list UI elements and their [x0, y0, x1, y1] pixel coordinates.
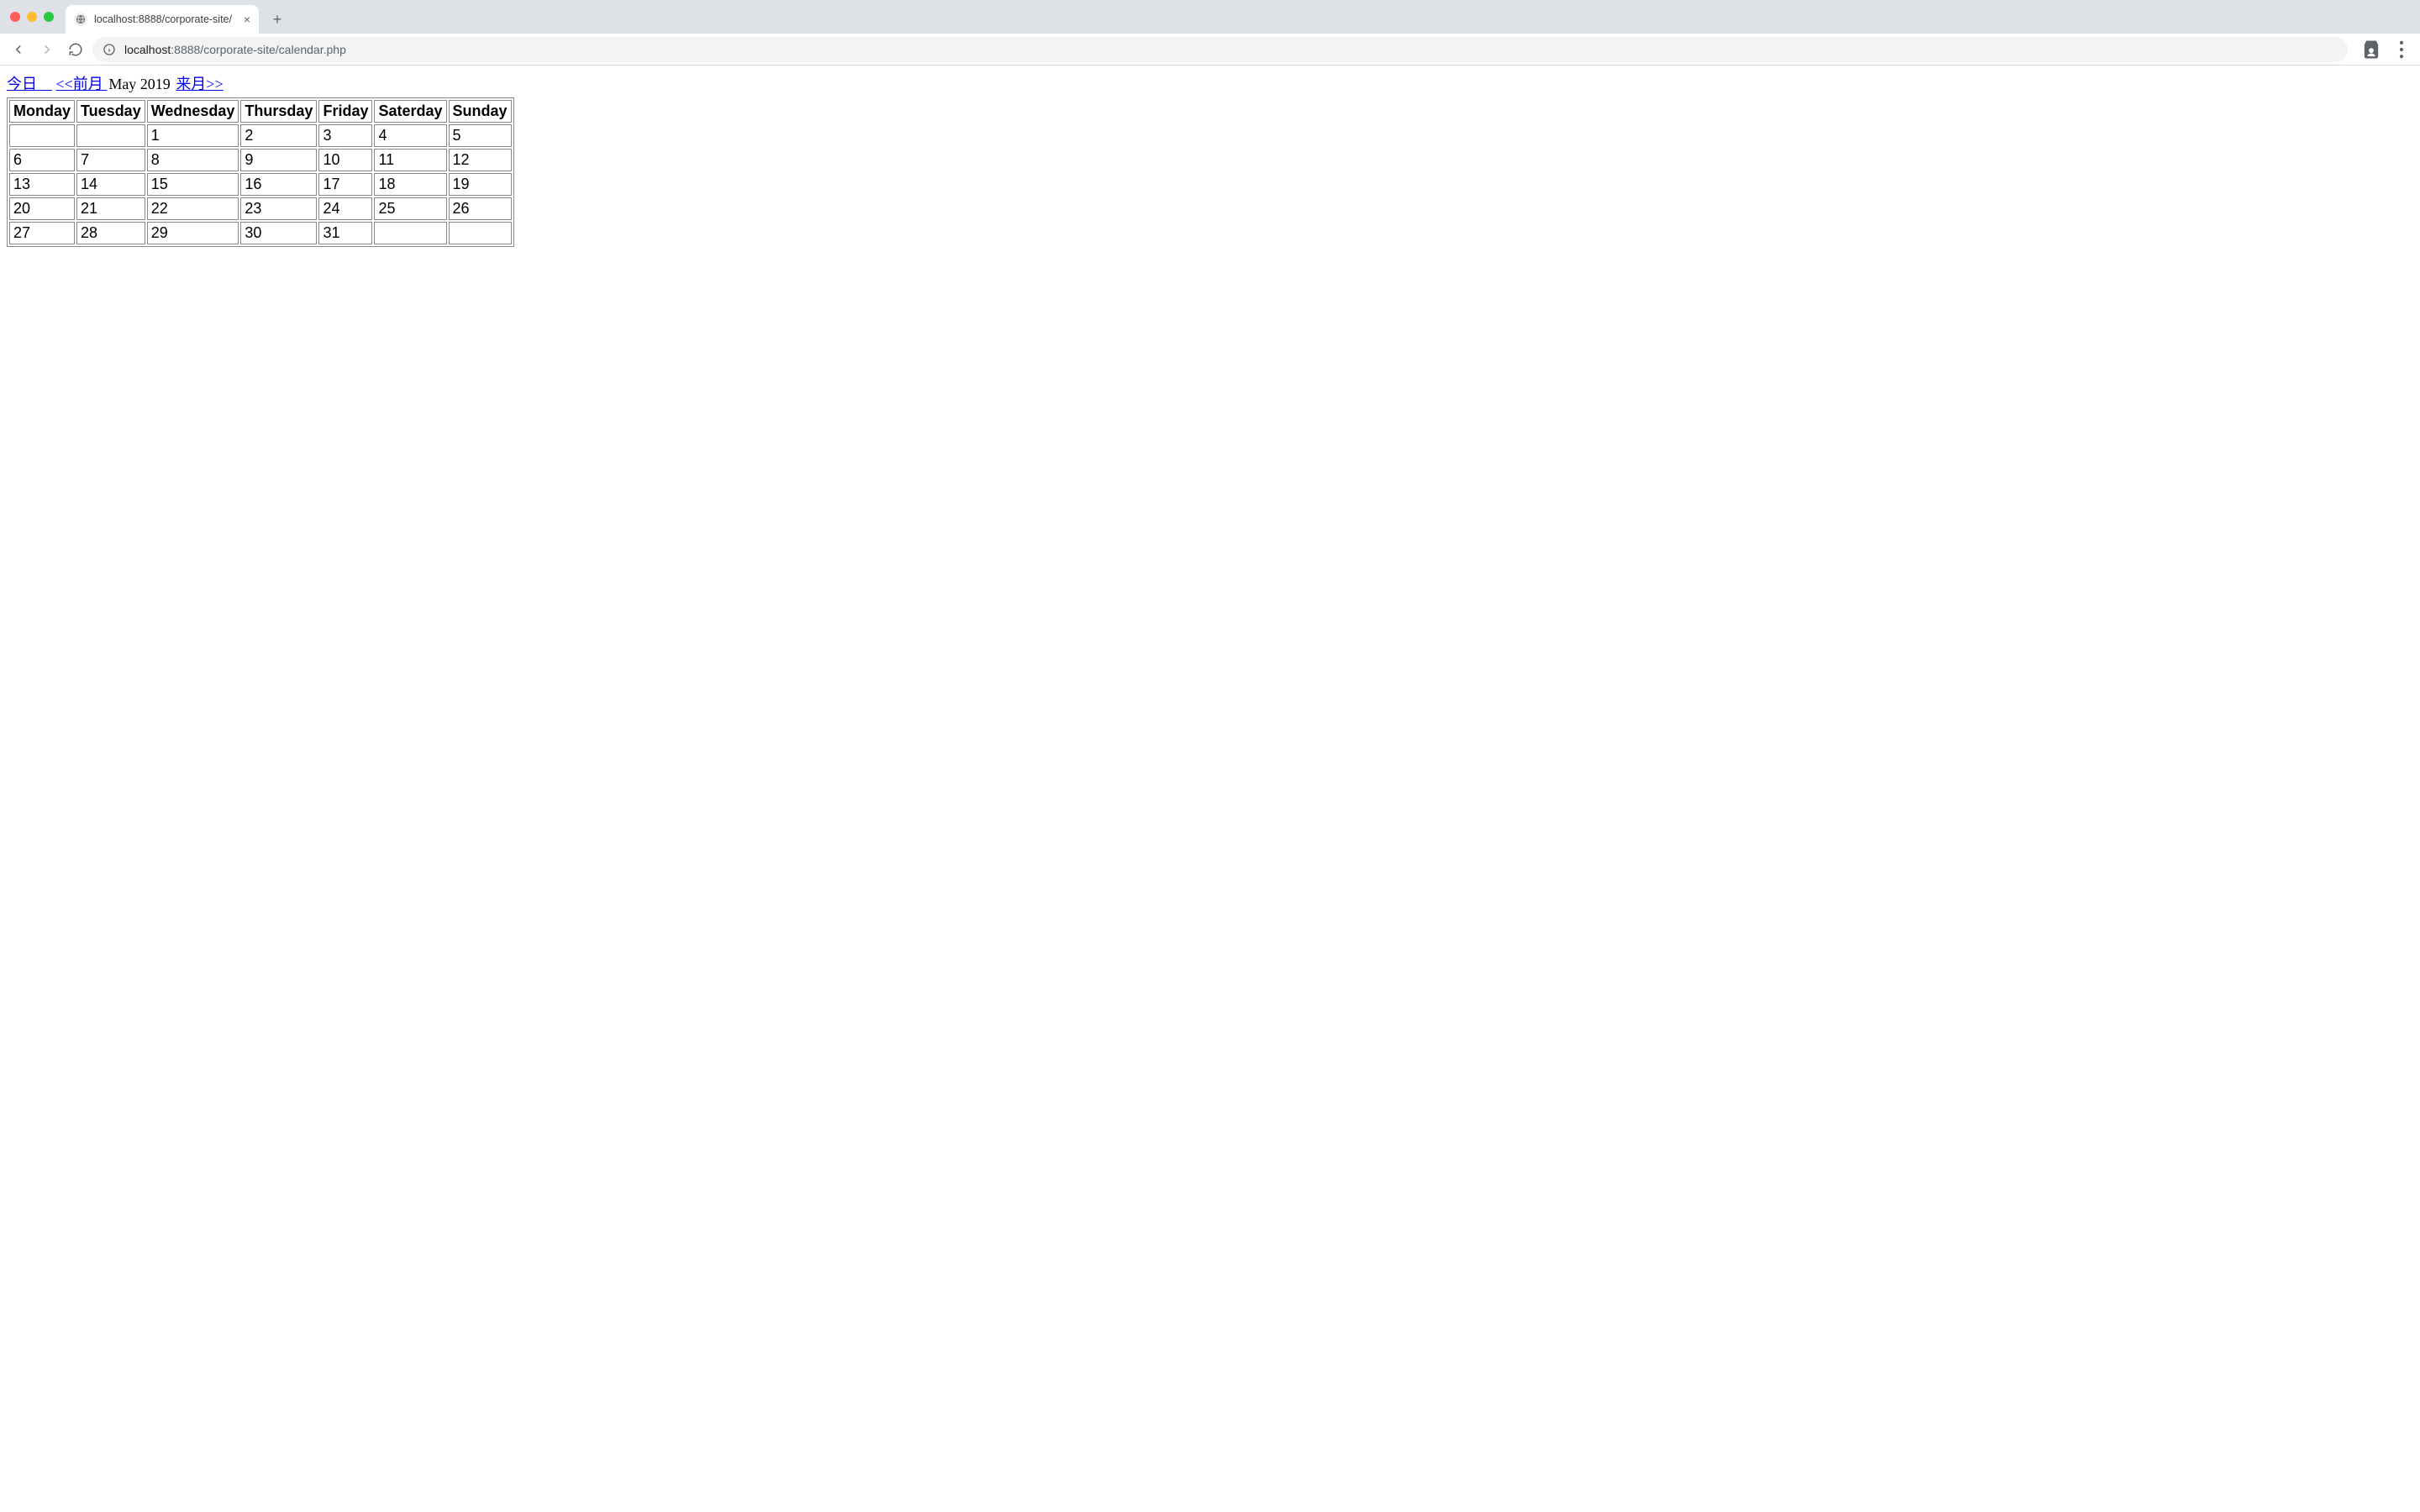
menu-icon[interactable]	[2390, 38, 2413, 61]
calendar-cell[interactable]: 3	[318, 124, 372, 147]
calendar-cell[interactable]: 7	[76, 149, 145, 171]
close-tab-icon[interactable]: ×	[244, 13, 250, 25]
calendar-cell[interactable]: 28	[76, 222, 145, 244]
calendar-cell[interactable]: 23	[240, 197, 317, 220]
calendar-row: 20212223242526	[9, 197, 512, 220]
calendar-table: Monday Tuesday Wednesday Thursday Friday…	[7, 97, 514, 247]
calendar-cell[interactable]: 30	[240, 222, 317, 244]
calendar-cell[interactable]: 17	[318, 173, 372, 196]
header-monday: Monday	[9, 100, 75, 123]
browser-toolbar: localhost:8888/corporate-site/calendar.p…	[0, 34, 2420, 66]
site-info-icon[interactable]	[103, 43, 116, 56]
calendar-cell[interactable]: 29	[147, 222, 239, 244]
calendar-cell[interactable]: 22	[147, 197, 239, 220]
url-path: :8888/corporate-site/calendar.php	[171, 43, 346, 56]
today-link[interactable]: 今日	[7, 76, 52, 92]
address-bar[interactable]: localhost:8888/corporate-site/calendar.p…	[92, 37, 2348, 62]
calendar-cell[interactable]: 2	[240, 124, 317, 147]
forward-button[interactable]	[35, 38, 59, 61]
header-wednesday: Wednesday	[147, 100, 239, 123]
calendar-cell[interactable]	[9, 124, 75, 147]
window-controls	[10, 12, 54, 22]
globe-icon	[74, 13, 87, 26]
minimize-window-button[interactable]	[27, 12, 37, 22]
calendar-cell[interactable]	[449, 222, 512, 244]
calendar-cell[interactable]: 6	[9, 149, 75, 171]
tab-title: localhost:8888/corporate-site/	[94, 13, 232, 25]
calendar-cell[interactable]: 16	[240, 173, 317, 196]
calendar-cell[interactable]: 19	[449, 173, 512, 196]
calendar-nav: 今日 <<前月 May 2019 来月>>	[7, 72, 2413, 94]
browser-chrome: localhost:8888/corporate-site/ × + local…	[0, 0, 2420, 66]
new-tab-button[interactable]: +	[266, 8, 289, 31]
reload-button[interactable]	[64, 38, 87, 61]
prev-month-link[interactable]: <<前月	[56, 76, 108, 92]
month-label: May 2019	[107, 76, 172, 92]
calendar-cell[interactable]: 26	[449, 197, 512, 220]
header-saturday: Saterday	[374, 100, 446, 123]
calendar-cell[interactable]: 1	[147, 124, 239, 147]
calendar-cell[interactable]: 8	[147, 149, 239, 171]
calendar-cell[interactable]: 15	[147, 173, 239, 196]
header-sunday: Sunday	[449, 100, 512, 123]
toolbar-right	[2360, 38, 2413, 61]
browser-tab[interactable]: localhost:8888/corporate-site/ ×	[66, 5, 259, 34]
calendar-cell[interactable]	[374, 222, 446, 244]
url-text: localhost:8888/corporate-site/calendar.p…	[124, 43, 346, 56]
calendar-cell[interactable]: 20	[9, 197, 75, 220]
calendar-row: 2728293031	[9, 222, 512, 244]
calendar-row: 13141516171819	[9, 173, 512, 196]
calendar-row: 6789101112	[9, 149, 512, 171]
calendar-cell[interactable]: 4	[374, 124, 446, 147]
calendar-cell[interactable]: 31	[318, 222, 372, 244]
tabs: localhost:8888/corporate-site/ × +	[66, 0, 289, 34]
calendar-cell[interactable]: 10	[318, 149, 372, 171]
calendar-cell[interactable]: 12	[449, 149, 512, 171]
close-window-button[interactable]	[10, 12, 20, 22]
calendar-cell[interactable]: 14	[76, 173, 145, 196]
next-month-link[interactable]: 来月>>	[176, 76, 223, 92]
header-thursday: Thursday	[240, 100, 317, 123]
calendar-row: 12345	[9, 124, 512, 147]
calendar-header-row: Monday Tuesday Wednesday Thursday Friday…	[9, 100, 512, 123]
calendar-cell[interactable]: 18	[374, 173, 446, 196]
calendar-cell[interactable]: 24	[318, 197, 372, 220]
calendar-cell[interactable]: 9	[240, 149, 317, 171]
tab-strip: localhost:8888/corporate-site/ × +	[0, 0, 2420, 34]
calendar-cell[interactable]: 11	[374, 149, 446, 171]
url-host: localhost	[124, 43, 171, 56]
calendar-cell[interactable]: 21	[76, 197, 145, 220]
page-content: 今日 <<前月 May 2019 来月>> Monday Tuesday Wed…	[0, 66, 2420, 254]
account-icon[interactable]	[2360, 38, 2383, 61]
calendar-cell[interactable]: 27	[9, 222, 75, 244]
calendar-cell[interactable]: 5	[449, 124, 512, 147]
calendar-cell[interactable]	[76, 124, 145, 147]
maximize-window-button[interactable]	[44, 12, 54, 22]
calendar-cell[interactable]: 25	[374, 197, 446, 220]
calendar-cell[interactable]: 13	[9, 173, 75, 196]
header-tuesday: Tuesday	[76, 100, 145, 123]
back-button[interactable]	[7, 38, 30, 61]
header-friday: Friday	[318, 100, 372, 123]
